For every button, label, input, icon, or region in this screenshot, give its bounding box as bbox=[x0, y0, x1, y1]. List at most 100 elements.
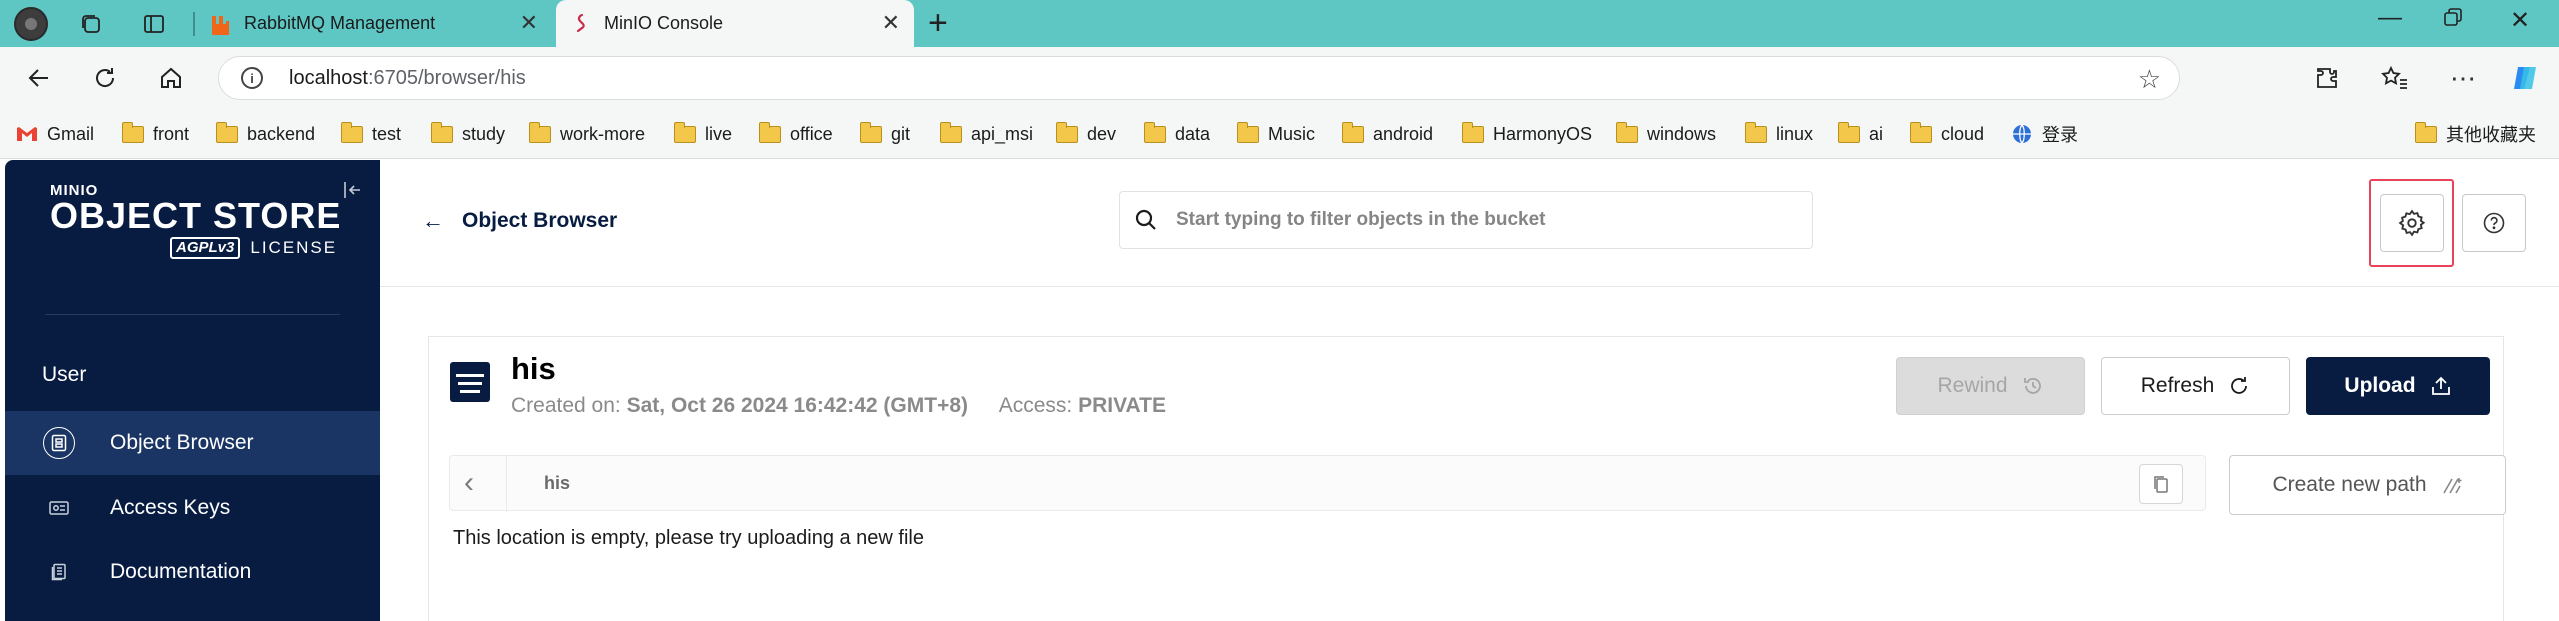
folder-icon bbox=[430, 121, 453, 143]
url-text: localhost:6705/browser/his bbox=[289, 66, 526, 89]
access-label: Access: bbox=[998, 394, 1073, 417]
chevron-left-icon[interactable]: ‹ bbox=[464, 468, 474, 498]
copy-icon bbox=[2154, 476, 2168, 493]
folder-icon bbox=[939, 121, 962, 143]
upload-button[interactable]: Upload bbox=[2306, 357, 2490, 415]
favorites-icon[interactable] bbox=[2378, 61, 2412, 95]
bookmark-front[interactable]: front bbox=[121, 121, 189, 146]
back-link-label: Object Browser bbox=[462, 209, 618, 232]
more-menu-icon[interactable]: ⋯ bbox=[2446, 61, 2480, 95]
folder-icon bbox=[1615, 121, 1638, 143]
globe-icon bbox=[2013, 124, 2031, 144]
back-icon[interactable] bbox=[22, 61, 56, 95]
agpl-badge: AGPLv3 bbox=[170, 237, 241, 259]
help-button[interactable] bbox=[2462, 194, 2526, 252]
extensions-icon[interactable] bbox=[2310, 61, 2344, 95]
rabbitmq-icon bbox=[212, 15, 229, 35]
bookmark-data[interactable]: data bbox=[1143, 121, 1210, 146]
bookmark-git[interactable]: git bbox=[859, 121, 910, 146]
sidebar-item-label: Access Keys bbox=[110, 496, 231, 519]
address-bar-row: i localhost:6705/browser/his ☆ ⋯ bbox=[0, 47, 2559, 109]
breadcrumb-item[interactable]: his bbox=[544, 473, 570, 494]
close-tab-icon[interactable]: ✕ bbox=[882, 12, 900, 34]
bucket-name: his bbox=[511, 351, 556, 386]
created-label: Created on: bbox=[511, 394, 621, 417]
site-info-icon[interactable]: i bbox=[241, 67, 263, 89]
logo-license: LICENSE bbox=[250, 238, 338, 257]
favorite-star-icon[interactable]: ☆ bbox=[2138, 64, 2161, 95]
new-tab-icon[interactable]: + bbox=[928, 6, 948, 40]
bookmark-office[interactable]: office bbox=[758, 121, 833, 146]
rewind-button[interactable]: Rewind bbox=[1896, 357, 2085, 415]
bookmark-other-favorites[interactable]: 其他收藏夹 bbox=[2414, 121, 2536, 146]
profile-avatar-icon[interactable] bbox=[14, 7, 48, 41]
browser-tab-bar: RabbitMQ Management ✕ MinIO Console ✕ + … bbox=[0, 0, 2559, 47]
sidebar-item-documentation[interactable]: Documentation bbox=[5, 540, 380, 604]
copy-path-button[interactable] bbox=[2139, 464, 2183, 504]
bookmark-api-msi[interactable]: api_msi bbox=[939, 121, 1033, 146]
bookmark-gmail[interactable]: Gmail bbox=[16, 122, 94, 146]
bookmark-cloud[interactable]: cloud bbox=[1909, 121, 1984, 146]
search-placeholder: Start typing to filter objects in the bu… bbox=[1176, 209, 1546, 230]
refresh-button[interactable]: Refresh bbox=[2101, 357, 2290, 415]
back-to-object-browser-link[interactable]: ← Object Browser bbox=[422, 208, 617, 234]
bookmark-test[interactable]: test bbox=[340, 121, 401, 146]
sidebar-item-access-keys[interactable]: Access Keys bbox=[5, 476, 380, 540]
page-header: ← Object Browser Start typing to filter … bbox=[380, 160, 2559, 287]
folder-icon bbox=[758, 121, 781, 143]
rewind-icon bbox=[2023, 378, 2041, 394]
folder-icon bbox=[1909, 121, 1932, 143]
bookmark-windows[interactable]: windows bbox=[1615, 121, 1716, 146]
bookmark-harmonyos[interactable]: HarmonyOS bbox=[1461, 121, 1592, 146]
copilot-icon[interactable] bbox=[2508, 61, 2542, 95]
close-tab-icon[interactable]: ✕ bbox=[520, 12, 538, 34]
workspaces-icon[interactable] bbox=[74, 7, 108, 41]
bookmark-ai[interactable]: ai bbox=[1837, 121, 1883, 146]
bookmark-android[interactable]: android bbox=[1341, 121, 1433, 146]
sidebar-item-label: Object Browser bbox=[110, 431, 254, 454]
folder-icon bbox=[1744, 121, 1767, 143]
bookmark-linux[interactable]: linux bbox=[1744, 121, 1813, 146]
upload-icon bbox=[2431, 376, 2450, 395]
close-window-icon[interactable]: ✕ bbox=[2510, 6, 2530, 35]
bookmark-study[interactable]: study bbox=[430, 121, 505, 146]
bookmark-dev[interactable]: dev bbox=[1055, 121, 1116, 146]
empty-location-message: This location is empty, please try uploa… bbox=[453, 527, 924, 549]
restore-icon[interactable] bbox=[2442, 6, 2464, 35]
bookmark-live[interactable]: live bbox=[673, 121, 732, 146]
object-filter-search[interactable]: Start typing to filter objects in the bu… bbox=[1119, 191, 1813, 249]
folder-icon bbox=[1055, 121, 1078, 143]
create-path-label: Create new path bbox=[2272, 473, 2427, 496]
gear-icon bbox=[2398, 209, 2426, 237]
minio-logo[interactable]: MINIO OBJECT STORE AGPLv3 LICENSE bbox=[50, 182, 341, 259]
bookmark-login[interactable]: 登录 bbox=[2011, 122, 2078, 146]
tab-rabbitmq[interactable]: RabbitMQ Management ✕ bbox=[196, 0, 552, 47]
folder-icon bbox=[1236, 121, 1259, 143]
back-arrow-icon: ← bbox=[422, 208, 444, 233]
sidebar-item-object-browser[interactable]: Object Browser bbox=[5, 411, 380, 475]
sidebar: MINIO OBJECT STORE AGPLv3 LICENSE User O… bbox=[5, 160, 380, 621]
help-icon bbox=[2483, 212, 2505, 234]
tab-minio[interactable]: MinIO Console ✕ bbox=[556, 0, 914, 47]
tab-separator bbox=[193, 12, 195, 36]
settings-button[interactable] bbox=[2380, 194, 2444, 252]
collapse-sidebar-icon[interactable] bbox=[343, 180, 363, 206]
reload-icon[interactable] bbox=[88, 61, 122, 95]
create-new-path-button[interactable]: Create new path bbox=[2229, 455, 2506, 515]
url-bar[interactable]: i localhost:6705/browser/his ☆ bbox=[218, 56, 2180, 100]
folder-icon bbox=[1341, 121, 1364, 143]
folder-icon bbox=[215, 121, 238, 143]
home-icon[interactable] bbox=[154, 61, 188, 95]
sidebar-section-user: User bbox=[42, 363, 87, 386]
sidebar-divider bbox=[45, 314, 340, 315]
minimize-icon[interactable]: — bbox=[2378, 4, 2402, 32]
bookmark-music[interactable]: Music bbox=[1236, 121, 1315, 146]
bookmark-backend[interactable]: backend bbox=[215, 121, 315, 146]
path-separator bbox=[506, 456, 507, 512]
rewind-label: Rewind bbox=[1937, 374, 2008, 397]
documentation-icon bbox=[43, 556, 75, 588]
bookmark-work-more[interactable]: work-more bbox=[528, 121, 645, 146]
vertical-tabs-icon[interactable] bbox=[137, 7, 171, 41]
search-icon bbox=[1135, 209, 1156, 230]
sidebar-item-label: Documentation bbox=[110, 560, 252, 583]
